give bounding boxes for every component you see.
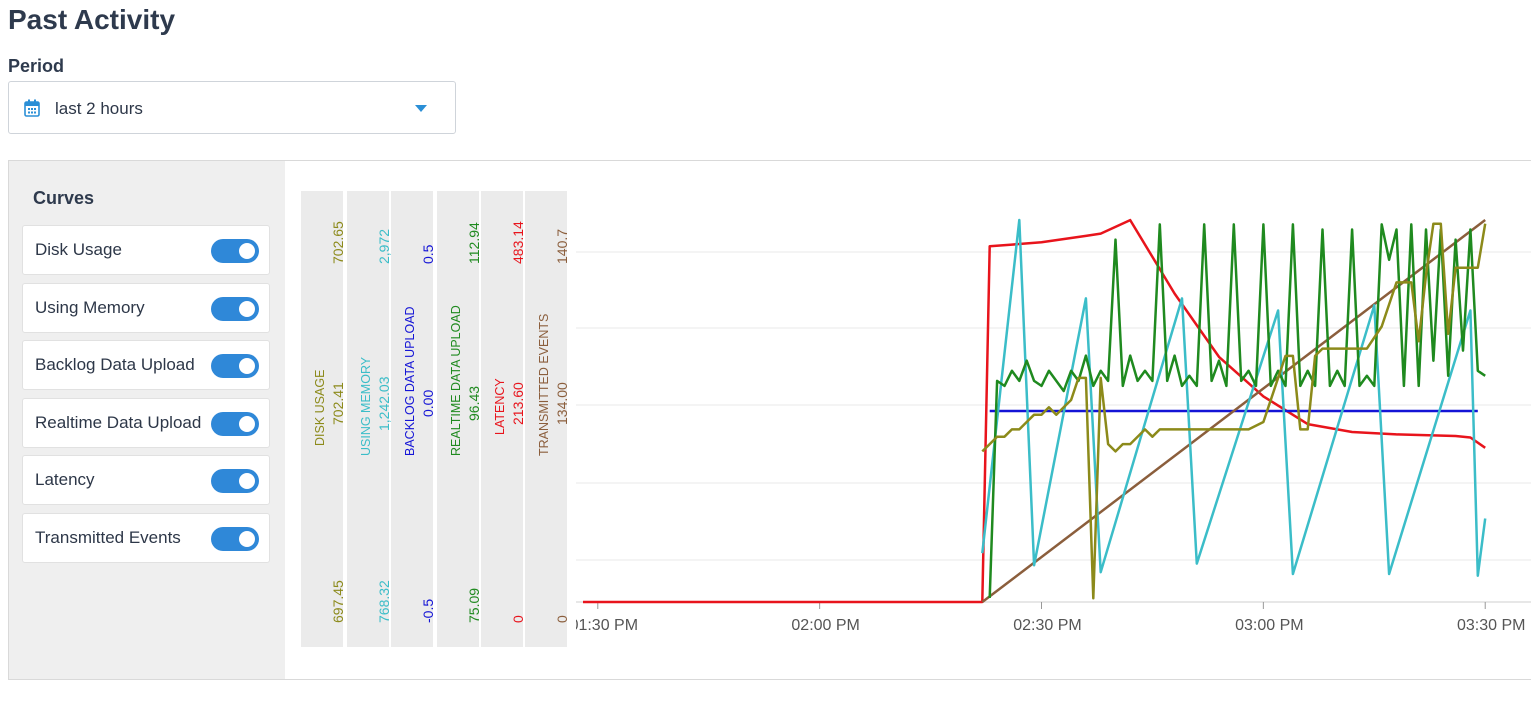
y-axis-mid-label: 134.00: [554, 381, 570, 425]
y-axis-max-label: 702.65: [330, 221, 346, 264]
toggle-knob: [239, 473, 255, 489]
y-axis-column: 140.7 TRANSMITTED EVENTS 134.00 0: [525, 191, 570, 647]
y-axis-min-label: 0: [554, 615, 570, 623]
x-tick-label: 03:30 PM: [1457, 617, 1525, 634]
y-axis-column: 112.94 REALTIME DATA UPLOAD 96.43 75.09: [437, 191, 482, 647]
y-axis-max-label: 2,972: [376, 228, 392, 264]
toggle-knob: [239, 531, 255, 547]
curve-label: Disk Usage: [35, 240, 122, 259]
y-axis-mid-label: 702.41: [330, 381, 346, 425]
toggle-knob: [239, 358, 255, 374]
curve-toggle[interactable]: [211, 527, 259, 551]
y-axis-name-label: USING MEMORY: [359, 356, 373, 456]
activity-chart: 01:30 PM 02:00 PM 02:30 PM 03:00 PM 03:30 PM: [576, 218, 1531, 634]
x-tick-label: 01:30 PM: [576, 617, 638, 634]
y-axis-min-label: 768.32: [376, 580, 392, 623]
chevron-down-icon: [415, 105, 427, 112]
curve-label: Latency: [35, 470, 95, 489]
y-axis-column: 702.65 DISK USAGE 702.41 697.45: [301, 191, 346, 647]
toggle-knob: [239, 301, 255, 317]
y-axes-strip: 702.65 DISK USAGE 702.41 697.45 2,972 USING M…: [301, 191, 570, 647]
toggle-knob: [239, 243, 255, 259]
y-axis-min-label: 0: [510, 615, 526, 623]
y-axis-max-label: 112.94: [466, 222, 482, 264]
y-axis-max-label: 0.5: [420, 244, 436, 264]
curve-item-transmitted-events[interactable]: Transmitted Events: [22, 513, 270, 563]
y-axis-min-label: -0.5: [420, 598, 436, 623]
page-title: Past Activity: [8, 4, 176, 35]
curve-toggle[interactable]: [211, 297, 259, 321]
y-axis-name-label: TRANSMITTED EVENTS: [537, 313, 551, 456]
curve-toggle[interactable]: [211, 354, 259, 378]
y-axis-name-label: REALTIME DATA UPLOAD: [449, 305, 463, 456]
x-tick-label: 02:30 PM: [1013, 617, 1081, 634]
x-tick-label: 03:00 PM: [1235, 617, 1303, 634]
y-axis-column: 483.14 LATENCY 213.60 0: [481, 191, 526, 647]
curve-label: Transmitted Events: [35, 528, 181, 547]
curves-title: Curves: [33, 188, 95, 208]
curve-toggle[interactable]: [211, 239, 259, 263]
period-select[interactable]: last 2 hours: [8, 81, 456, 134]
calendar-icon: [24, 99, 40, 117]
y-axis-max-label: 483.14: [510, 221, 526, 264]
y-axis-min-label: 75.09: [466, 587, 482, 623]
curve-item-backlog-data-upload[interactable]: Backlog Data Upload: [22, 340, 270, 390]
curve-item-realtime-data-upload[interactable]: Realtime Data Upload: [22, 398, 270, 448]
curve-toggle[interactable]: [211, 412, 259, 436]
y-axis-min-label: 697.45: [330, 580, 346, 623]
y-axis-mid-label: 96.43: [466, 385, 482, 421]
y-axis-max-label: 140.7: [554, 228, 570, 264]
period-label: Period: [8, 56, 65, 76]
y-axis-column: 2,972 USING MEMORY 1,242.03 768.32: [347, 191, 392, 647]
y-axis-name-label: DISK USAGE: [313, 369, 327, 446]
y-axis-name-label: BACKLOG DATA UPLOAD: [403, 306, 417, 456]
curve-label: Realtime Data Upload: [35, 413, 202, 432]
y-axis-mid-label: 213.60: [510, 381, 526, 425]
curve-label: Using Memory: [35, 298, 145, 317]
curve-item-latency[interactable]: Latency: [22, 455, 270, 505]
y-axis-name-label: LATENCY: [493, 378, 507, 435]
x-tick-label: 02:00 PM: [791, 617, 859, 634]
period-value: last 2 hours: [55, 99, 143, 118]
curve-item-using-memory[interactable]: Using Memory: [22, 283, 270, 333]
curve-item-disk-usage[interactable]: Disk Usage: [22, 225, 270, 275]
toggle-knob: [239, 416, 255, 432]
y-axis-mid-label: 1,242.03: [376, 376, 392, 431]
y-axis-mid-label: 0.00: [420, 389, 436, 417]
curve-label: Backlog Data Upload: [35, 355, 195, 374]
curves-sidebar: Curves Disk Usage Using Memory Backlog D…: [9, 161, 285, 679]
curve-toggle[interactable]: [211, 469, 259, 493]
y-axis-column: 0.5 BACKLOG DATA UPLOAD 0.00 -0.5: [391, 191, 436, 647]
